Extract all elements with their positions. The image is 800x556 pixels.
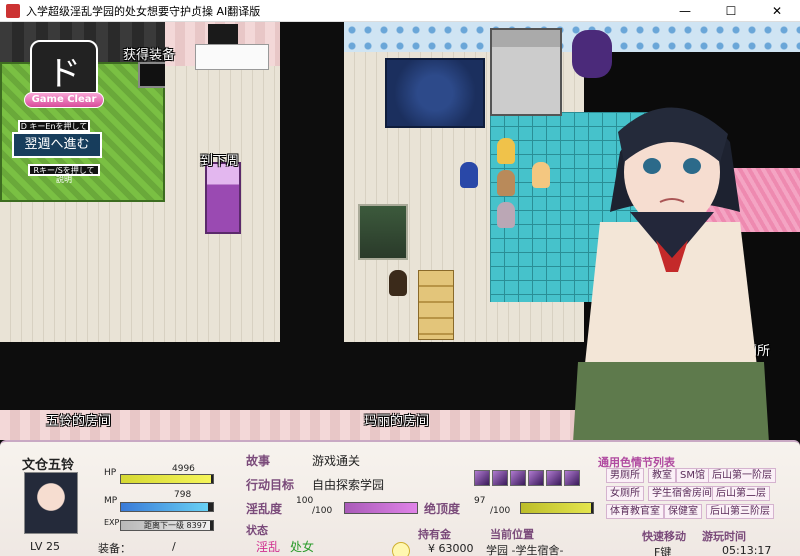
- event-mens-toilet[interactable]: 男厕所: [606, 468, 644, 483]
- climax-max: /100: [490, 506, 511, 516]
- window-title: 入学超级淫乱学园的处女想要守护贞操 AI翻译版: [26, 4, 261, 18]
- app-icon: [6, 3, 20, 18]
- climax-bar-fill: [521, 503, 591, 513]
- status-hud: 文仓五铃 LV 25 HP 4996 MP 798 EXP 距离下一级 8397…: [0, 440, 800, 556]
- skill-icon[interactable]: [564, 470, 580, 486]
- mp-bar: [120, 502, 214, 512]
- location-value: 学园 -学生宿舍-: [486, 544, 564, 556]
- climax-value: 97: [474, 496, 486, 506]
- exp-text: 距离下一级 8397: [144, 521, 207, 530]
- bed: [205, 162, 241, 234]
- mp-value: 798: [174, 490, 192, 500]
- event-pe-office[interactable]: 体育教官室: [606, 504, 664, 519]
- play-time-value: 05:13:17: [722, 544, 772, 556]
- bottom-corridor: [0, 342, 600, 412]
- fast-travel-label[interactable]: 快速移动: [642, 528, 686, 544]
- skill-icon[interactable]: [492, 470, 508, 486]
- exp-label: EXP: [104, 518, 120, 527]
- lightbulb-icon[interactable]: [392, 542, 410, 556]
- maximize-button[interactable]: ☐: [708, 0, 754, 22]
- hint-sign-top: D キーEnを押しても移動: [18, 120, 90, 140]
- npc-sprite[interactable]: [460, 162, 478, 188]
- event-mountain-3[interactable]: 后山第三阶层: [706, 504, 774, 519]
- status-lewd: 淫乱: [256, 540, 281, 554]
- skill-icon[interactable]: [474, 470, 490, 486]
- event-dorm-room[interactable]: 学生宿舍房间: [648, 486, 716, 501]
- lewd-bar: [344, 502, 418, 514]
- skill-icon[interactable]: [546, 470, 562, 486]
- skill-icon[interactable]: [510, 470, 526, 486]
- npc-sprite[interactable]: [532, 162, 550, 188]
- mp-bar-fill: [121, 503, 209, 511]
- character-avatar: [24, 472, 78, 534]
- lewd-label: 淫乱度: [246, 502, 283, 516]
- npc-sprite[interactable]: [497, 170, 515, 196]
- label-room-left: 五铃的房间: [46, 414, 112, 429]
- hp-value: 4996: [172, 464, 195, 474]
- npc-sprite[interactable]: [497, 202, 515, 228]
- fast-travel-key: F键: [654, 546, 672, 556]
- star-picture: [138, 62, 168, 88]
- money-label: 持有金: [418, 528, 451, 541]
- equip-label: 装备：: [98, 542, 131, 555]
- npc-sprite[interactable]: [497, 138, 515, 164]
- bed-right: [490, 28, 562, 116]
- desk: [195, 44, 269, 70]
- hp-label: HP: [104, 468, 117, 478]
- location-label: 当前位置: [490, 528, 534, 541]
- goal-value: 自由探索学园: [312, 478, 385, 492]
- event-sm-hall[interactable]: SM馆: [676, 468, 709, 483]
- minimize-button[interactable]: —: [662, 0, 708, 22]
- painting: [358, 204, 408, 260]
- event-classroom[interactable]: 教室: [648, 468, 676, 483]
- climax-label: 绝顶度: [424, 502, 461, 516]
- close-button[interactable]: ✕: [754, 0, 800, 22]
- player-sprite[interactable]: [389, 270, 407, 296]
- equip-value: /: [172, 540, 176, 553]
- room-left-floor: [0, 202, 165, 342]
- status-virgin: 处女: [290, 540, 315, 554]
- mp-label: MP: [104, 496, 118, 506]
- event-infirmary[interactable]: 保健室: [664, 504, 702, 519]
- game-clear-banner: Game Clear: [24, 92, 104, 108]
- hp-bar: [120, 474, 214, 484]
- skill-icon[interactable]: [528, 470, 544, 486]
- game-viewport[interactable]: ド Game Clear D キーEnを押しても移動 翌週へ進む Rキー/Sを押…: [0, 22, 800, 556]
- story-value: 游戏通关: [312, 454, 361, 468]
- event-mountain-2[interactable]: 后山第二层: [712, 486, 770, 501]
- lewd-max: /100: [312, 506, 333, 516]
- window-titlebar: 入学超级淫乱学园的处女想要守护贞操 AI翻译版 — ☐ ✕: [0, 0, 800, 22]
- label-next-week: 到下周: [200, 154, 240, 169]
- event-mountain-1[interactable]: 后山第一阶层: [708, 468, 776, 483]
- hint-sign-bottom: Rキー/Sを押して説明: [28, 164, 100, 184]
- goal-label: 行动目标: [246, 478, 295, 492]
- hp-bar-fill: [121, 475, 212, 483]
- game-clear-logo: ド: [30, 40, 98, 100]
- play-time-label: 游玩时间: [702, 530, 746, 543]
- cabinet: [418, 270, 454, 340]
- money-value: ¥ 63000: [428, 542, 474, 555]
- rug: [385, 58, 485, 128]
- next-week-sign[interactable]: 翌週へ進む: [12, 132, 102, 158]
- character-name: 文仓五铃: [22, 458, 75, 473]
- label-room-right: 玛丽的房间: [364, 414, 430, 429]
- event-womens-toilet[interactable]: 女厕所: [606, 486, 644, 501]
- lewd-bar-fill: [345, 503, 417, 513]
- story-label: 故事: [246, 454, 271, 468]
- lewd-value: 100: [296, 496, 314, 506]
- status-label: 状态: [246, 524, 268, 537]
- climax-bar: [520, 502, 594, 514]
- level-text: LV 25: [30, 540, 60, 553]
- label-get-equipment: 获得装备: [123, 48, 176, 63]
- monitor: [208, 24, 238, 44]
